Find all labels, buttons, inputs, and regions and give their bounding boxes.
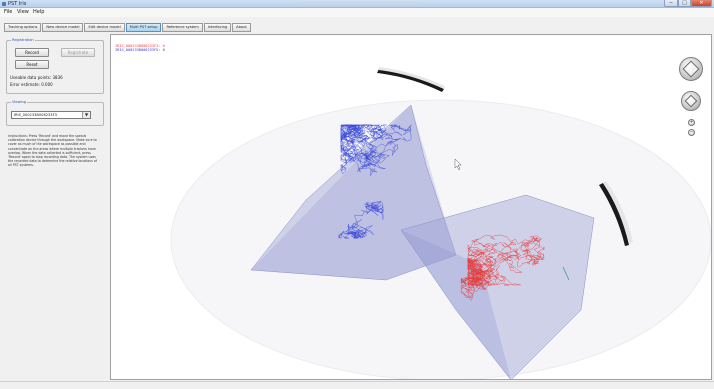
menu-bar: File View Help [0,8,714,17]
tab-bar: Tracking options New device model Edit d… [4,23,252,32]
record-button[interactable]: Record [15,48,49,57]
menu-view[interactable]: View [17,9,29,15]
title-bar-center-text [300,2,420,5]
viewing-title: Viewing [11,100,28,104]
tracker-camera-1 [377,67,445,92]
tab-about[interactable]: About [232,23,251,32]
reset-button[interactable]: Reset [15,60,49,69]
window-title: PST Iris [8,1,27,7]
zoom-out-icon[interactable]: − [688,129,695,136]
tab-new-device-model[interactable]: New device model [42,23,84,32]
close-button[interactable]: ✕ [691,0,712,7]
tab-tracking-options[interactable]: Tracking options [4,23,42,32]
tab-multi-pst-setup[interactable]: Multi PST setup [125,23,162,32]
menu-help[interactable]: Help [33,9,44,15]
registration-group: Registration Record Registrate Reset Use… [6,38,104,94]
scene-canvas[interactable] [111,35,712,380]
pan-control-icon[interactable] [681,91,701,111]
tab-edit-device-model[interactable]: Edit device model [84,23,125,32]
maximize-button[interactable]: □ [678,0,691,7]
rotate-control-icon[interactable] [679,57,703,81]
menu-file[interactable]: File [4,9,12,15]
registration-title: Registration [11,38,35,42]
registrate-button[interactable]: Registrate [61,48,95,57]
instructions-text: Instructions: Press 'Record' and move th… [8,134,97,168]
minimize-button[interactable]: ─ [664,0,678,7]
error-estimate: Error estimate: 0.000 [10,82,53,87]
chevron-down-icon[interactable]: ▼ [82,112,90,118]
tab-interfacing[interactable]: Interfacing [203,23,232,32]
device-select-value: IRIS_000233B006233F3 [14,113,57,117]
3d-viewport[interactable]: IRIS_000233B006233F3: 0 IRIS_000233B0062… [110,34,712,380]
viewing-group: Viewing IRIS_000233B006233F3 ▼ [6,100,104,126]
app-icon [2,2,6,6]
tab-reference-system[interactable]: Reference system [162,23,203,32]
left-panel: Registration Record Registrate Reset Use… [4,34,108,380]
zoom-in-icon[interactable]: + [688,119,695,126]
title-bar: PST Iris ─ □ ✕ [0,0,714,8]
usable-data-points: Useable data points: 3836 [10,75,63,80]
device-select[interactable]: IRIS_000233B006233F3 ▼ [11,111,91,119]
status-bar [0,381,714,389]
device-label-2: IRIS_000233B006233F5: 0 [115,48,165,52]
